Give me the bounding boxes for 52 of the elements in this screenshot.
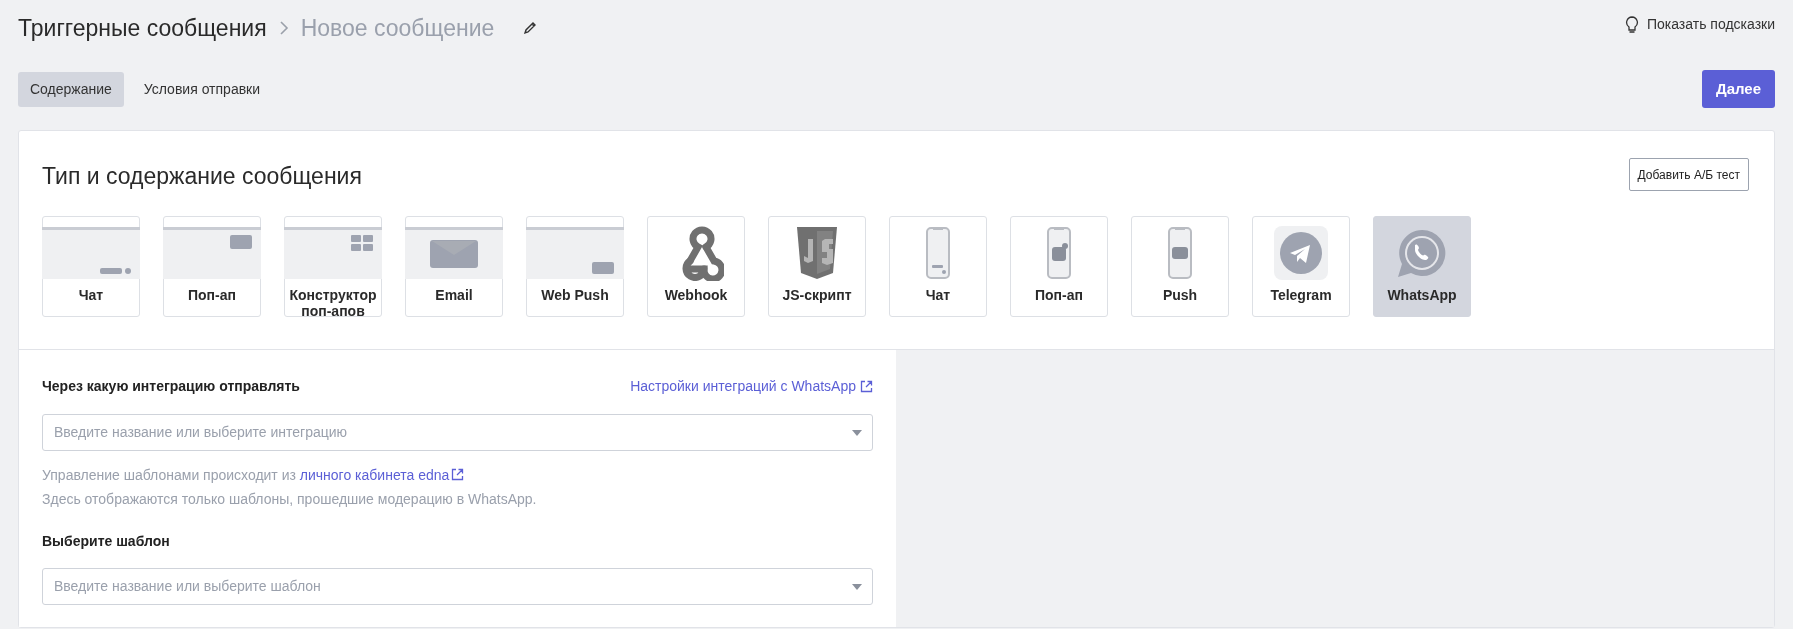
- tile-label: Конструктор поп-апов: [288, 286, 378, 319]
- help-text: Управление шаблонами происходит из личного кабинета edna: [42, 462, 873, 487]
- integration-select[interactable]: Введите название или выберите интеграцию: [42, 413, 873, 451]
- web-constructor-icon: [284, 226, 382, 279]
- message-type-tile[interactable]: Push: [1131, 215, 1229, 317]
- web-push-icon: [526, 226, 624, 279]
- page-title: Новое сообщение: [300, 13, 495, 43]
- message-type-tile[interactable]: Web Push: [526, 215, 624, 317]
- integration-settings-link[interactable]: Настройки интеграций с WhatsApp: [630, 375, 873, 397]
- chevron-right-icon: [278, 20, 289, 36]
- template-select[interactable]: Введите название или выберите шаблон: [42, 567, 873, 605]
- message-type-tile[interactable]: Telegram: [1252, 215, 1350, 317]
- dropdown-arrow-icon: [852, 429, 862, 436]
- tile-label: Чат: [925, 286, 951, 303]
- show-hints-link[interactable]: Показать подсказки: [1624, 14, 1775, 35]
- message-type-tile[interactable]: JS-скрипт: [768, 215, 866, 317]
- tab[interactable]: Условия отправки: [131, 71, 273, 107]
- add-ab-test-button[interactable]: Добавить А/Б тест: [1628, 158, 1749, 191]
- tile-label: Чат: [78, 286, 104, 303]
- section-title: Тип и содержание сообщения: [42, 162, 362, 191]
- message-type-tile[interactable]: Чат: [42, 215, 140, 317]
- message-type-tile[interactable]: WhatsApp: [1373, 215, 1471, 317]
- message-type-tile[interactable]: Чат: [889, 215, 987, 317]
- help-text: Здесь отображаются только шаблоны, прошедшие модерацию в WhatsApp.: [42, 489, 538, 509]
- email-icon: [405, 226, 503, 279]
- message-type-tile[interactable]: Webhook: [647, 215, 745, 317]
- tile-label: Поп-ап: [1035, 286, 1083, 303]
- web-chat-icon: [42, 226, 140, 279]
- message-type-tile[interactable]: Поп-ап: [1010, 215, 1108, 317]
- field-label: Выберите шаблон: [42, 531, 171, 551]
- tile-label: Webhook: [664, 286, 728, 303]
- message-type-tile[interactable]: Поп-ап: [163, 215, 261, 317]
- dropdown-arrow-icon: [852, 583, 862, 590]
- tile-label: Поп-ап: [188, 286, 236, 303]
- message-type-tile[interactable]: Email: [405, 215, 503, 317]
- external-link-icon: [860, 379, 873, 393]
- tile-label: Push: [1162, 286, 1198, 303]
- tile-label: Web Push: [541, 286, 609, 303]
- telegram-icon: [1273, 224, 1329, 281]
- lightbulb-icon: [1624, 15, 1639, 34]
- tab[interactable]: Содержание: [18, 71, 124, 107]
- breadcrumb-link[interactable]: Триггерные сообщения: [18, 10, 267, 46]
- tile-label: Telegram: [1270, 286, 1332, 303]
- tile-label: JS-скрипт: [782, 286, 852, 303]
- cabinet-link[interactable]: личного кабинета edna: [299, 462, 465, 487]
- web-popup-icon: [163, 226, 261, 279]
- external-link-icon: [451, 468, 465, 481]
- next-button[interactable]: Далее: [1701, 70, 1775, 108]
- tile-label: WhatsApp: [1387, 286, 1457, 303]
- field-label: Через какую интеграцию отправлять: [42, 376, 300, 396]
- tile-label: Email: [435, 286, 473, 303]
- message-type-tile[interactable]: Конструктор поп-апов: [284, 215, 382, 317]
